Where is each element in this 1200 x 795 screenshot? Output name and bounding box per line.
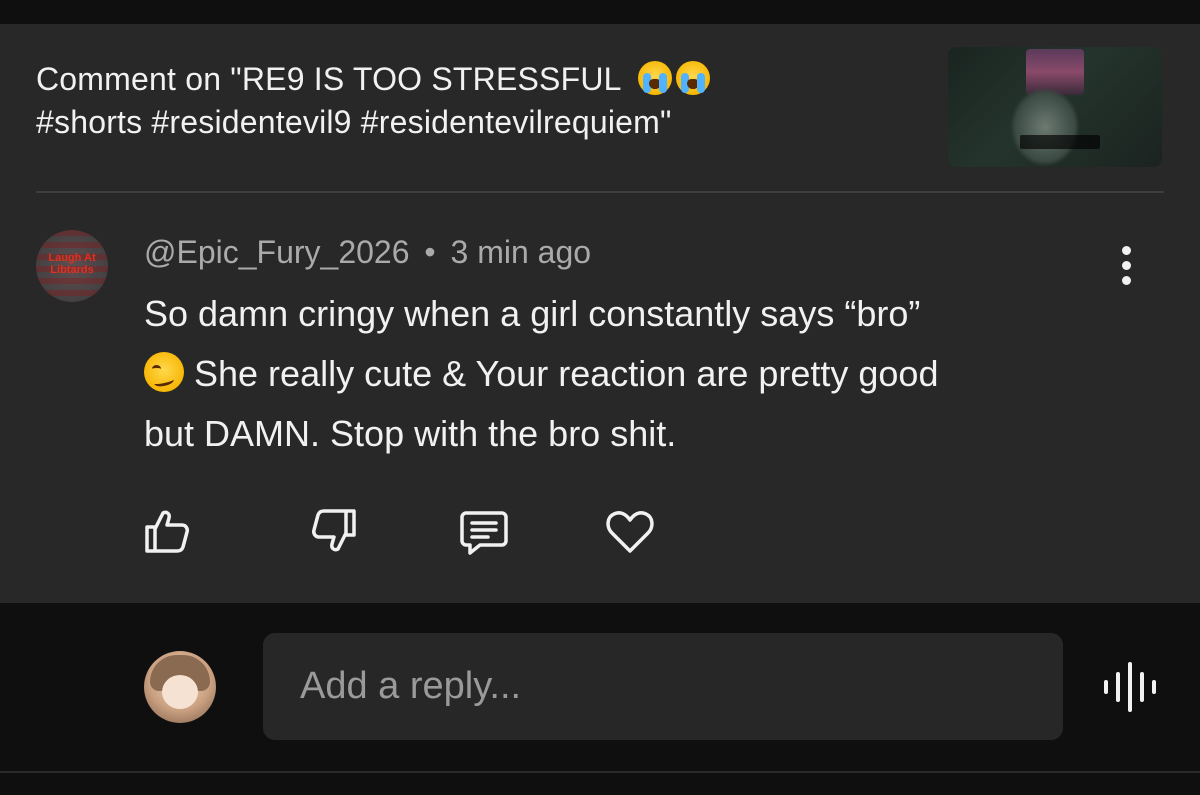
- avatar-logo-text: Laugh At Libtards: [48, 252, 96, 276]
- dislike-button[interactable]: [308, 505, 360, 557]
- comment-time: 3 min ago: [450, 234, 592, 270]
- avatar-face: [162, 675, 198, 709]
- like-button[interactable]: [141, 505, 193, 557]
- like-icon: [145, 510, 189, 553]
- title-text: Comment on "RE9 IS TOO STRESSFUL: [36, 61, 622, 97]
- voice-search-icon[interactable]: [1102, 662, 1158, 712]
- bottom-strip: [0, 773, 1200, 795]
- woozy-face-icon: [144, 352, 184, 392]
- user-avatar[interactable]: [144, 651, 216, 723]
- comment-author[interactable]: @Epic_Fury_2026: [144, 234, 410, 270]
- crying-face-icon: [675, 61, 710, 95]
- divider: [36, 191, 1164, 193]
- crying-face-icon: [637, 61, 672, 95]
- comment-line-3: but DAMN. Stop with the bro shit.: [144, 413, 677, 454]
- comment-line-2: She really cute & Your reaction are pret…: [144, 344, 1134, 404]
- heart-button[interactable]: [604, 505, 656, 557]
- thumbnail-scene: [1010, 87, 1080, 167]
- reply-button[interactable]: [458, 505, 510, 557]
- video-thumbnail[interactable]: [948, 47, 1162, 167]
- comment-text: So damn cringy when a girl constantly sa…: [144, 284, 1134, 464]
- title-line-1: Comment on "RE9 IS TOO STRESSFUL: [36, 58, 916, 101]
- top-strip: [0, 0, 1200, 24]
- more-vertical-icon[interactable]: [1112, 244, 1142, 288]
- heart-icon: [606, 511, 654, 553]
- comment-meta: @Epic_Fury_2026 • 3 min ago: [144, 234, 591, 271]
- video-title: Comment on "RE9 IS TOO STRESSFUL #shorts…: [36, 58, 916, 144]
- commenter-avatar[interactable]: Laugh At Libtards: [36, 230, 108, 302]
- reply-input[interactable]: [263, 633, 1063, 740]
- reply-icon: [460, 511, 508, 555]
- comment-line-1: So damn cringy when a girl constantly sa…: [144, 293, 921, 334]
- thumbnail-chat-overlay: [1020, 135, 1100, 149]
- dislike-icon: [312, 509, 356, 552]
- title-hashtags: #shorts #residentevil9 #residentevilrequ…: [36, 104, 672, 140]
- meta-separator: •: [424, 234, 436, 270]
